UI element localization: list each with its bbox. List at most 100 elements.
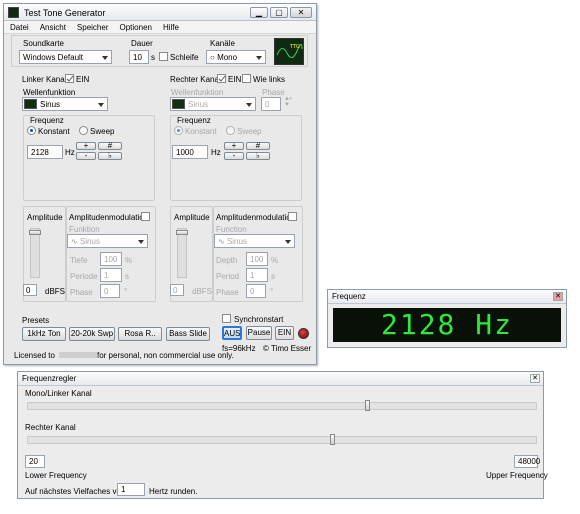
round-label-a: Auf nächstes Vielfaches von	[25, 487, 126, 496]
menu-datei[interactable]: Datei	[10, 23, 29, 33]
mono-icon: ○	[210, 53, 218, 62]
right-period-input[interactable]: 1	[246, 268, 268, 282]
right-konstant-radio[interactable]	[174, 126, 183, 135]
slider-thumb[interactable]	[365, 400, 370, 411]
right-channel-label: Rechter Kanal	[25, 423, 76, 432]
right-hz-label: Hz	[211, 148, 221, 157]
left-konstant-radio[interactable]	[27, 126, 36, 135]
left-freq-sharp-button[interactable]: #	[98, 142, 122, 150]
right-deg-label: °	[289, 96, 293, 105]
preset-bass-slide-button[interactable]: Bass Slide	[166, 327, 210, 341]
right-deg2-label: °	[270, 287, 274, 296]
right-freq-minus-button[interactable]: -	[224, 152, 244, 160]
chevron-down-icon	[138, 240, 144, 244]
right-wave-select[interactable]: Sinus	[170, 97, 256, 111]
soundcard-select[interactable]: Windows Default	[19, 50, 112, 64]
right-phase-input[interactable]: 0	[261, 97, 281, 111]
lower-frequency-input[interactable]: 20	[25, 455, 45, 468]
duration-unit: s	[151, 53, 155, 62]
right-amp-slider[interactable]	[176, 228, 188, 278]
left-am-func-select[interactable]: ∿ Sinus	[67, 234, 148, 248]
wie-links-checkbox[interactable]	[242, 74, 251, 83]
left-freq-minus-button[interactable]: -	[76, 152, 96, 160]
soundcard-value: Windows Default	[23, 53, 84, 62]
right-freq-plus-button[interactable]: +	[224, 142, 244, 150]
left-wave-value: Sinus	[40, 100, 61, 109]
right-am-func-select[interactable]: ∿ Sinus	[214, 234, 295, 248]
left-phase-input[interactable]: 0	[100, 284, 120, 298]
presets-label: Presets	[22, 316, 50, 325]
oscilloscope-icon: TTG	[276, 44, 303, 58]
close-icon[interactable]: ✕	[553, 292, 563, 301]
left-amp-slider[interactable]	[29, 228, 41, 278]
round-input[interactable]: 1	[117, 483, 145, 496]
slider-thumb[interactable]	[329, 434, 335, 445]
left-ein-checkbox[interactable]	[65, 74, 74, 83]
right-phase2-label: Phase	[216, 288, 239, 297]
right-phase2-input[interactable]: 0	[246, 284, 266, 298]
left-periode-input[interactable]: 1	[100, 268, 122, 282]
channels-value: Mono	[217, 53, 238, 62]
left-amp-input[interactable]: 0	[23, 284, 37, 296]
sine-icon	[172, 99, 185, 109]
freq-window-header: Frequenz ✕	[328, 290, 566, 304]
close-icon[interactable]: ✕	[530, 374, 540, 383]
right-ein-checkbox[interactable]	[217, 74, 226, 83]
menu-ansicht[interactable]: Ansicht	[40, 23, 66, 33]
slider-thumb[interactable]	[176, 230, 188, 235]
right-amp-input[interactable]: 0	[170, 284, 184, 296]
preset-1khz-button[interactable]: 1kHz Ton	[22, 327, 66, 341]
right-frequency-slider[interactable]	[27, 434, 537, 445]
duration-input[interactable]: 10	[129, 50, 149, 64]
loop-checkbox[interactable]	[159, 52, 168, 61]
sync-checkbox[interactable]	[222, 314, 231, 323]
round-label-b: Hertz runden.	[149, 487, 198, 496]
upper-frequency-input[interactable]: 48000	[514, 455, 540, 468]
slider-thumb[interactable]	[29, 230, 41, 235]
frequency-display-window: Frequenz ✕ 2128 Hz	[327, 289, 567, 348]
channels-select[interactable]: ○ Mono	[206, 50, 266, 64]
channels-label: Kanäle	[210, 39, 235, 48]
window-title: Test Tone Generator	[24, 8, 106, 18]
pause-button[interactable]: Pause	[246, 326, 272, 340]
author-label: © Timo Esser	[263, 344, 312, 353]
license-text-b: for personal, non commercial use only.	[97, 351, 234, 360]
regler-title: Frequenzregler	[22, 374, 77, 383]
left-deg-label: °	[124, 287, 128, 296]
right-freq-flat-button[interactable]: ♭	[246, 152, 270, 160]
right-pct-label: %	[271, 256, 279, 265]
chevron-down-icon	[98, 103, 104, 107]
left-am-func-label: Funktion	[69, 225, 100, 234]
left-tiefe-label: Tiefe	[70, 256, 88, 265]
mono-left-label: Mono/Linker Kanal	[25, 389, 92, 398]
right-freq-input[interactable]: 1000	[172, 145, 208, 159]
left-freq-flat-button[interactable]: ♭	[98, 152, 122, 160]
preset-rosa-button[interactable]: Rosa R..	[118, 327, 162, 341]
left-periode-label: Periode	[70, 272, 98, 281]
left-freq-input[interactable]: 2128	[27, 145, 63, 159]
frequency-regulator-window: Frequenzregler ✕	[17, 371, 544, 499]
left-ein-label: EIN	[76, 75, 90, 84]
left-sweep-radio[interactable]	[79, 126, 88, 135]
left-wave-select[interactable]: Sinus	[22, 97, 108, 111]
right-am-checkbox[interactable]	[288, 212, 297, 221]
sine-wave-icon: ∿	[218, 237, 227, 246]
ein-button[interactable]: EIN	[275, 326, 294, 340]
menu-optionen[interactable]: Optionen	[120, 23, 152, 33]
left-freq-plus-button[interactable]: +	[76, 142, 96, 150]
right-depth-input[interactable]: 100	[246, 252, 268, 266]
minimize-button[interactable]: ▁	[250, 7, 268, 18]
aus-button[interactable]: AUS	[222, 326, 242, 340]
left-am-checkbox[interactable]	[141, 212, 150, 221]
frequency-led-display: 2128 Hz	[333, 308, 561, 342]
left-frequency-slider[interactable]	[27, 400, 537, 411]
left-tiefe-input[interactable]: 100	[100, 252, 122, 266]
right-freq-sharp-button[interactable]: #	[246, 142, 270, 150]
close-button[interactable]: ✕	[290, 7, 312, 18]
right-sweep-radio[interactable]	[226, 126, 235, 135]
maximize-button[interactable]: ▢	[270, 7, 288, 18]
preset-sweep-button[interactable]: 20-20k Swp	[69, 327, 115, 341]
left-amp-label: Amplitude	[27, 213, 63, 222]
menu-hilfe[interactable]: Hilfe	[163, 23, 179, 33]
menu-speicher[interactable]: Speicher	[77, 23, 109, 33]
